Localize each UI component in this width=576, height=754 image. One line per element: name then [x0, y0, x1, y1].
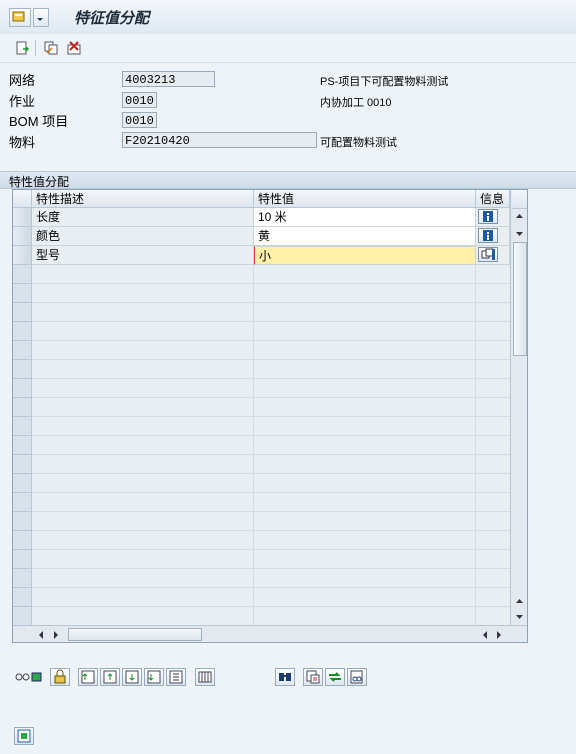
row-selector[interactable] — [13, 227, 32, 246]
new-document-icon[interactable] — [15, 41, 29, 55]
operation-label: 作业 — [9, 94, 36, 109]
info-cell — [476, 246, 510, 265]
lock-button[interactable] — [50, 668, 70, 686]
copy-icon[interactable] — [44, 41, 58, 55]
sort-icon-1 — [81, 670, 95, 684]
empty-rows — [13, 265, 510, 625]
scroll-left-icon[interactable] — [481, 630, 489, 640]
toolbar-divider — [35, 40, 36, 56]
find-next-button[interactable] — [347, 668, 367, 686]
horizontal-scrollbar[interactable] — [13, 625, 527, 642]
lock-icon — [54, 669, 66, 684]
characteristic-description: 颜色 — [32, 227, 254, 246]
column-header-info[interactable]: 信息 — [476, 190, 510, 208]
column-divider — [253, 265, 254, 625]
value-help-icon — [481, 248, 495, 260]
sort-button-4[interactable] — [144, 668, 164, 686]
info-cell — [476, 227, 510, 246]
system-menu-button[interactable] — [9, 8, 31, 27]
menu-icon — [12, 11, 25, 22]
material-label: 物料 — [9, 135, 36, 150]
sort-button-3[interactable] — [122, 668, 142, 686]
characteristic-description: 长度 — [32, 208, 254, 227]
display-button[interactable] — [14, 727, 34, 745]
column-header-description[interactable]: 特性描述 — [32, 190, 254, 208]
info-button[interactable] — [478, 209, 498, 224]
network-label: 网络 — [9, 73, 36, 88]
network-field[interactable]: 4003213 — [122, 71, 215, 87]
sort-icon-4 — [147, 670, 161, 684]
refresh-button[interactable] — [325, 668, 345, 686]
delete-icon[interactable] — [67, 41, 81, 55]
chevron-down-icon — [37, 18, 43, 21]
scroll-down-icon[interactable] — [514, 230, 525, 238]
info-button[interactable] — [478, 228, 498, 243]
material-field[interactable]: F20210420 — [122, 132, 317, 148]
application-toolbar — [0, 34, 576, 63]
info-cell — [476, 208, 510, 227]
vertical-scrollbar[interactable] — [510, 190, 527, 625]
value-help-button[interactable] — [478, 247, 498, 262]
filter-icon — [306, 670, 320, 684]
scroll-thumb[interactable] — [513, 242, 527, 356]
column-divider — [475, 265, 476, 625]
operation-field[interactable]: 0010 — [122, 92, 157, 108]
scroll-down-icon[interactable] — [514, 613, 525, 621]
table-row[interactable]: 颜色 黄 — [13, 227, 510, 246]
operation-description: 内协加工 0010 — [320, 97, 392, 109]
bom-item-field[interactable]: 0010 — [122, 112, 157, 128]
find-icon — [279, 673, 291, 681]
characteristic-description: 型号 — [32, 246, 254, 265]
horizontal-scroll-thumb[interactable] — [68, 628, 202, 641]
display-icon — [17, 729, 31, 743]
characteristic-value-field[interactable]: 黄 — [254, 227, 476, 246]
menu-dropdown-button[interactable] — [33, 8, 49, 27]
row-selector-column[interactable] — [13, 265, 32, 625]
row-selector[interactable] — [13, 246, 32, 265]
scroll-right-icon[interactable] — [495, 630, 503, 640]
columns-icon — [198, 671, 212, 683]
find-next-icon — [350, 670, 363, 684]
title-bar: 特征值分配 — [0, 0, 576, 35]
scroll-right-icon[interactable] — [52, 630, 60, 640]
characteristics-table: 特性描述 特性值 信息 长度 10 米 颜色 黄 型号 小 — [12, 189, 528, 643]
scroll-up-icon[interactable] — [514, 212, 525, 220]
page-title: 特征值分配 — [74, 10, 150, 27]
sort-icon-3 — [125, 670, 139, 684]
scroll-corner — [512, 190, 527, 209]
columns-button[interactable] — [195, 668, 215, 686]
sort-icon-5 — [169, 670, 183, 684]
empty-row-area — [32, 265, 510, 625]
sort-button-5[interactable] — [166, 668, 186, 686]
characteristic-value-field[interactable]: 10 米 — [254, 208, 476, 227]
table-row[interactable]: 型号 小 — [13, 246, 510, 265]
select-all-header[interactable] — [13, 190, 32, 208]
scroll-up-icon[interactable] — [514, 597, 525, 605]
column-header-value[interactable]: 特性值 — [254, 190, 476, 208]
network-description: PS-项目下可配置物料测试 — [320, 76, 449, 88]
bom-item-label: BOM 项目 — [9, 114, 69, 129]
filter-button[interactable] — [303, 668, 323, 686]
sort-button-1[interactable] — [78, 668, 98, 686]
sort-icon-2 — [103, 670, 117, 684]
table-row[interactable]: 长度 10 米 — [13, 208, 510, 227]
row-selector[interactable] — [13, 208, 32, 227]
section-title: 特性值分配 — [9, 175, 70, 189]
find-button[interactable] — [275, 668, 295, 686]
material-description: 可配置物料测试 — [320, 137, 397, 149]
info-icon — [483, 230, 493, 241]
view-toggle-icon[interactable] — [15, 671, 43, 683]
section-header: 特性值分配 — [0, 171, 576, 189]
characteristic-value-field-active[interactable]: 小 — [254, 246, 476, 265]
refresh-icon — [329, 672, 341, 682]
info-icon — [483, 211, 493, 222]
scroll-left-icon[interactable] — [37, 630, 45, 640]
sort-button-2[interactable] — [100, 668, 120, 686]
